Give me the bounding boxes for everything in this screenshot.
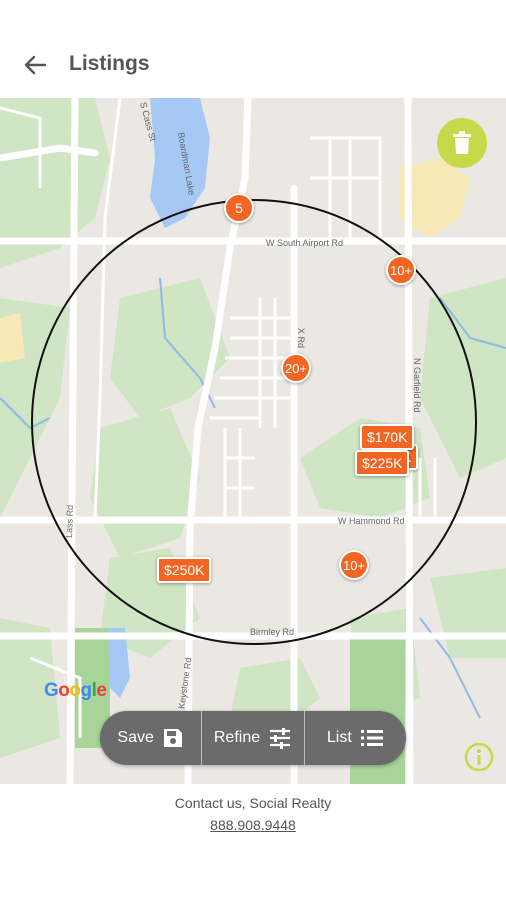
road-label-hammond: W Hammond Rd — [338, 516, 405, 526]
price-marker[interactable]: $225K — [355, 450, 410, 476]
save-label: Save — [117, 729, 154, 746]
save-disk-icon — [163, 729, 182, 747]
list-icon — [360, 730, 383, 746]
cluster-marker[interactable]: 5 — [224, 193, 254, 223]
price-marker[interactable]: $250K — [157, 557, 212, 583]
phone-link[interactable]: 888.908.9448 — [0, 817, 506, 833]
map-action-bar: Save Refine List — [100, 711, 406, 765]
contact-text: Contact us, Social Realty — [174, 795, 332, 811]
cluster-marker[interactable]: 10+ — [339, 550, 369, 580]
refine-label: Refine — [213, 729, 261, 746]
cluster-marker[interactable]: 10+ — [386, 255, 416, 285]
tune-sliders-icon — [270, 728, 291, 749]
trash-icon — [453, 131, 471, 154]
refine-button[interactable]: Refine — [202, 711, 303, 765]
road-label-birmley: Birmley Rd — [250, 627, 294, 637]
list-label: List — [326, 729, 352, 746]
app-bar: Listings — [0, 0, 506, 98]
page-title: Listings — [69, 52, 150, 75]
google-logo: Google — [44, 680, 107, 701]
back-arrow-icon[interactable] — [20, 50, 50, 80]
delete-search-button[interactable] — [437, 118, 487, 168]
price-marker[interactable]: $170K — [360, 424, 415, 450]
cluster-marker[interactable]: 20+ — [281, 353, 311, 383]
info-icon[interactable] — [464, 742, 494, 772]
list-button[interactable]: List — [305, 711, 406, 765]
save-button[interactable]: Save — [100, 711, 201, 765]
road-label-lass: Lass Rd — [64, 505, 75, 538]
road-label-garfield: N Garfield Rd — [412, 358, 422, 413]
road-label-x: X Rd — [296, 328, 306, 348]
road-label-airport: W South Airport Rd — [266, 238, 343, 248]
